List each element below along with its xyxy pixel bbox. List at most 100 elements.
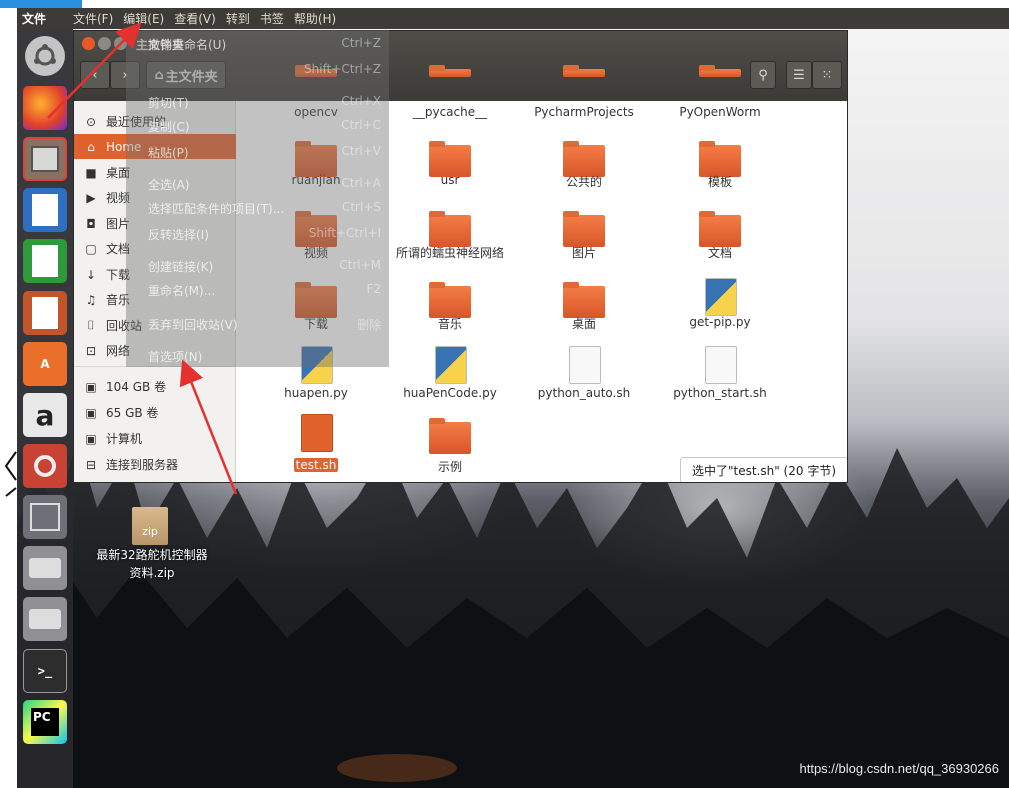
file-item[interactable]: PycharmProjects bbox=[514, 65, 654, 123]
server-icon: ⊟ bbox=[85, 457, 97, 472]
sidebar-item-13[interactable]: ⊟ 连接到服务器 bbox=[74, 452, 236, 477]
minimize-icon[interactable] bbox=[98, 37, 111, 50]
home-icon: ⌂ bbox=[87, 139, 95, 154]
file-item[interactable]: 模板 bbox=[650, 137, 790, 191]
file-item[interactable]: python_auto.sh bbox=[514, 346, 654, 404]
document-icon: ▢ bbox=[85, 241, 97, 256]
file-item[interactable]: 示例 bbox=[380, 414, 520, 476]
folder-icon bbox=[429, 65, 471, 77]
sidebar-item-11[interactable]: ▣ 65 GB 卷 bbox=[74, 400, 236, 425]
edit-menu-item-2[interactable]: 剪切(T) Ctrl+X bbox=[148, 94, 381, 111]
edit-menu-item-9[interactable]: 重命名(M)... F2 bbox=[148, 282, 381, 299]
edit-menu-item-11[interactable]: 首选项(N) bbox=[148, 348, 381, 365]
file-item[interactable]: huaPenCode.py bbox=[380, 346, 520, 404]
folder-icon bbox=[429, 211, 471, 247]
menu-bookmarks[interactable]: 书签 bbox=[260, 10, 284, 27]
writer-icon[interactable] bbox=[23, 188, 67, 232]
folder-icon bbox=[563, 65, 605, 77]
grid-icon: ⁙ bbox=[821, 67, 833, 83]
edit-menu-item-3[interactable]: 复制(C) Ctrl+C bbox=[148, 118, 381, 135]
menu-item-label: 撤销重命名(U) bbox=[148, 38, 227, 52]
workspace-icon[interactable] bbox=[23, 495, 67, 539]
back-button[interactable]: ‹ bbox=[80, 61, 110, 89]
menu-file[interactable]: 文件(F) bbox=[73, 10, 113, 27]
sidebar-item-10[interactable]: ▣ 104 GB 卷 bbox=[74, 374, 236, 399]
impress-icon[interactable] bbox=[23, 291, 67, 335]
sidebar-item-label: 65 GB 卷 bbox=[106, 406, 159, 420]
menu-item-label: 全选(A) bbox=[148, 178, 190, 192]
file-item[interactable]: 图片 bbox=[514, 207, 654, 262]
video-icon: ▶ bbox=[86, 190, 96, 205]
edit-menu-item-6[interactable]: 选择匹配条件的项目(T)... Ctrl+S bbox=[148, 200, 381, 217]
disk-icon[interactable] bbox=[23, 546, 67, 590]
edit-menu-item-10[interactable]: 丢弃到回收站(V) 删除 bbox=[148, 316, 381, 333]
edit-menu-item-8[interactable]: 创建链接(K) Ctrl+M bbox=[148, 258, 381, 275]
disk-icon[interactable] bbox=[23, 597, 67, 641]
menu-item-label: 粘贴(P) bbox=[148, 146, 189, 160]
file-item[interactable]: python_start.sh bbox=[650, 346, 790, 404]
folder-icon bbox=[699, 65, 741, 77]
menu-edit[interactable]: 编辑(E) bbox=[123, 10, 164, 27]
sidebar-item-12[interactable]: ▣ 计算机 bbox=[74, 426, 236, 451]
grid-view-button[interactable]: ⁙ bbox=[812, 61, 842, 89]
folder-icon bbox=[429, 418, 471, 454]
file-name: PycharmProjects bbox=[534, 105, 634, 119]
firefox-icon[interactable] bbox=[23, 86, 67, 130]
menu-view[interactable]: 查看(V) bbox=[174, 10, 216, 27]
file-item[interactable]: get-pip.py bbox=[650, 278, 790, 333]
file-name: test.sh bbox=[293, 458, 339, 472]
software-center-icon[interactable]: A bbox=[23, 342, 67, 386]
ubuntu-dash-icon[interactable] bbox=[25, 36, 65, 76]
file-item[interactable]: test.sh bbox=[246, 414, 386, 476]
menu-item-accelerator: Ctrl+A bbox=[341, 176, 381, 190]
sidebar-item-label: 104 GB 卷 bbox=[106, 380, 167, 394]
settings-icon[interactable] bbox=[23, 444, 67, 488]
file-item[interactable]: 桌面 bbox=[514, 278, 654, 333]
zip-badge: zip bbox=[142, 525, 158, 538]
menu-go[interactable]: 转到 bbox=[226, 10, 250, 27]
script-file-icon bbox=[705, 346, 737, 384]
menu-item-label: 重命名(M)... bbox=[148, 284, 216, 298]
edit-menu-item-7[interactable]: 反转选择(I) Shift+Ctrl+I bbox=[148, 226, 381, 243]
camera-icon: ◘ bbox=[86, 216, 96, 231]
menu-item-accelerator: Shift+Ctrl+Z bbox=[304, 62, 381, 76]
edit-menu-item-4[interactable]: 粘贴(P) Ctrl+V bbox=[148, 144, 381, 161]
file-name: __pycache__ bbox=[412, 105, 488, 119]
file-item[interactable]: 文档 bbox=[650, 207, 790, 262]
file-name: 桌面 bbox=[571, 317, 596, 331]
file-name: 音乐 bbox=[437, 317, 462, 331]
drive-icon: ▣ bbox=[85, 379, 97, 394]
file-item[interactable]: PyOpenWorm bbox=[650, 65, 790, 123]
file-item[interactable]: 公共的 bbox=[514, 137, 654, 191]
python-file-icon bbox=[705, 278, 737, 316]
file-name: usr bbox=[440, 173, 460, 187]
calc-icon[interactable] bbox=[23, 239, 67, 283]
file-item[interactable]: 所谓的蠕虫神经网络 bbox=[380, 207, 520, 262]
file-name: 公共的 bbox=[565, 175, 602, 189]
desktop-file-label[interactable]: 最新32路舵机控制器资料.zip bbox=[92, 546, 212, 582]
edit-menu-item-0[interactable]: 撤销重命名(U) Ctrl+Z bbox=[148, 36, 381, 53]
pycharm-icon[interactable]: PC bbox=[23, 700, 67, 744]
file-name: get-pip.py bbox=[689, 315, 751, 329]
file-item[interactable]: __pycache__ bbox=[380, 65, 520, 123]
file-name: 所谓的蠕虫神经网络 bbox=[395, 246, 504, 260]
menu-item-accelerator: Ctrl+X bbox=[341, 94, 381, 108]
menu-item-label: 选择匹配条件的项目(T)... bbox=[148, 202, 285, 216]
edit-menu-item-1[interactable]: Shift+Ctrl+Z bbox=[148, 62, 381, 76]
computer-icon: ▣ bbox=[85, 431, 97, 446]
file-item[interactable]: usr bbox=[380, 137, 520, 191]
sidebar-item-label: 计算机 bbox=[106, 432, 143, 446]
edit-menu-item-5[interactable]: 全选(A) Ctrl+A bbox=[148, 176, 381, 193]
menu-item-label: 反转选择(I) bbox=[148, 228, 209, 242]
menu-item-accelerator: Ctrl+M bbox=[339, 258, 381, 272]
amazon-icon[interactable]: a bbox=[23, 393, 67, 437]
files-icon[interactable] bbox=[23, 137, 67, 181]
music-icon: ♫ bbox=[85, 292, 97, 307]
close-icon[interactable] bbox=[82, 37, 95, 50]
file-item[interactable]: 音乐 bbox=[380, 278, 520, 333]
menu-help[interactable]: 帮助(H) bbox=[294, 10, 336, 27]
zip-file-icon[interactable]: zip bbox=[132, 507, 168, 545]
menu-item-accelerator: Ctrl+S bbox=[341, 200, 381, 214]
sidebar-item-label: 连接到服务器 bbox=[106, 458, 179, 472]
terminal-icon[interactable]: >_ bbox=[23, 649, 67, 693]
